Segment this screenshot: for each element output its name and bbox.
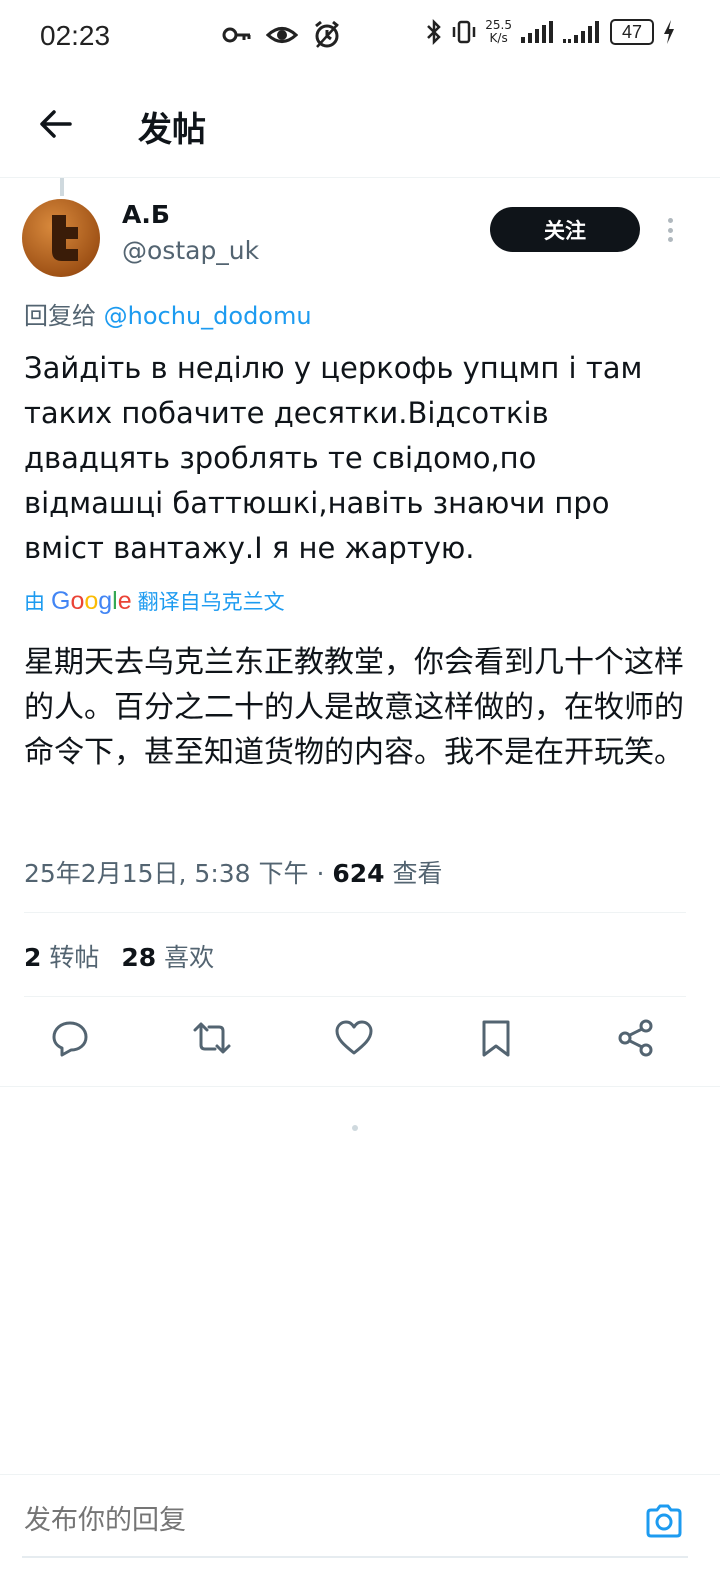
divider — [24, 996, 686, 997]
status-system-icons: 25.5 K/s 47 — [425, 18, 676, 46]
reposts-label: 转帖 — [49, 943, 100, 972]
avatar[interactable] — [22, 199, 100, 277]
page-title: 发帖 — [138, 110, 206, 150]
signal-icon — [521, 21, 553, 43]
camera-icon[interactable] — [644, 1501, 684, 1541]
translated-text: 星期天去乌克兰东正教教堂，你会看到几十个这样的人。百分之二十的人是故意这样做的，… — [24, 645, 684, 770]
google-logo: Google — [51, 586, 132, 615]
thread-connector — [60, 178, 64, 196]
reply-mention-link[interactable]: @hochu_dodomu — [104, 302, 312, 330]
status-bar: 02:23 25.5 K/s 47 — [0, 0, 720, 72]
bluetooth-icon — [427, 18, 442, 46]
likes-label: 喜欢 — [164, 943, 215, 972]
translation-attribution[interactable]: 由 Google 翻译自乌克兰文 — [24, 586, 285, 616]
reply-to-prefix: 回复给 — [24, 302, 96, 330]
gesture-bar — [22, 1556, 688, 1558]
divider — [24, 912, 686, 913]
reposts-stat[interactable]: 2 转帖 — [24, 938, 99, 974]
back-arrow-icon[interactable] — [36, 104, 76, 144]
net-speed: 25.5 K/s — [485, 19, 512, 45]
section-divider — [0, 1086, 720, 1087]
follow-button[interactable]: 关注 — [490, 207, 640, 252]
status-time: 02:23 — [40, 20, 111, 51]
comment-icon[interactable] — [50, 1018, 90, 1058]
author-display-name[interactable]: А.Б — [122, 200, 170, 229]
post-text: Зайдіть в неділю у церкофь упцмп і там т… — [24, 351, 643, 565]
vibrate-icon — [453, 20, 476, 44]
translate-by-label: 由 — [24, 590, 45, 614]
alarm-icon — [315, 20, 339, 48]
status-indicators — [222, 20, 342, 50]
net-speed-unit: K/s — [489, 31, 508, 45]
reply-to-line: 回复给 @hochu_dodomu — [24, 296, 312, 331]
loading-indicator — [352, 1125, 358, 1131]
views-label: 查看 — [392, 859, 443, 888]
battery-indicator: 47 — [610, 19, 654, 45]
translate-from-label: 翻译自乌克兰文 — [137, 590, 285, 614]
views-count: 624 — [332, 859, 385, 888]
avatar-logo-icon — [52, 215, 78, 261]
key-icon — [222, 27, 251, 43]
signal-icon-2 — [563, 21, 599, 43]
heart-icon[interactable] — [334, 1018, 374, 1058]
likes-stat[interactable]: 28 喜欢 — [121, 938, 214, 974]
bookmark-icon[interactable] — [476, 1018, 516, 1058]
author-handle[interactable]: @ostap_uk — [122, 236, 259, 265]
app-header: 发帖 — [0, 72, 720, 178]
repost-icon[interactable] — [192, 1018, 232, 1058]
action-bar — [0, 1018, 720, 1068]
post-datetime: 25年2月15日, 5:38 下午 — [24, 859, 309, 888]
reposts-count: 2 — [24, 943, 42, 972]
share-icon[interactable] — [616, 1018, 656, 1058]
likes-count: 28 — [121, 943, 157, 972]
post-meta: 25年2月15日, 5:38 下午 · 624 查看 — [24, 854, 443, 890]
reply-composer — [0, 1474, 720, 1568]
post-stats: 2 转帖 28 喜欢 — [24, 938, 214, 974]
reply-input[interactable] — [24, 1505, 584, 1536]
eye-icon — [266, 27, 298, 43]
charging-icon — [664, 20, 674, 44]
more-options-icon[interactable] — [660, 212, 680, 248]
meta-separator: · — [308, 859, 333, 888]
